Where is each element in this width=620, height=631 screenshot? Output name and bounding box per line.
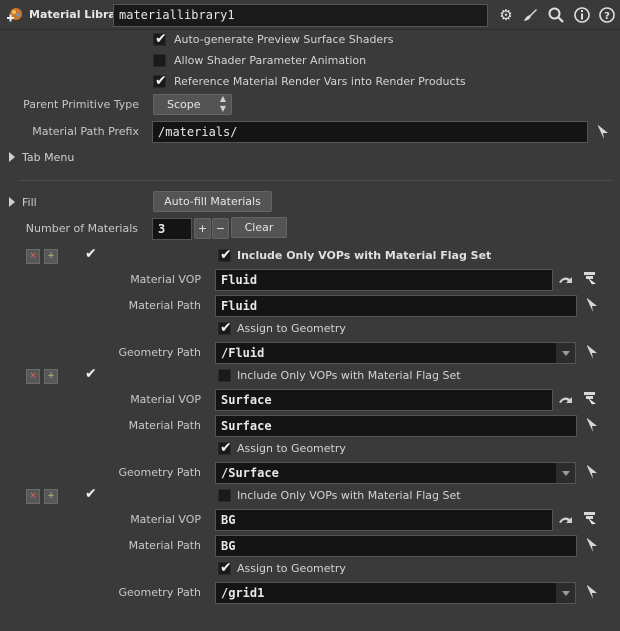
remove-icon: × [29, 491, 37, 501]
info-icon[interactable] [572, 5, 592, 25]
material-vop-field[interactable]: BG [215, 509, 553, 531]
insert-instance-button[interactable]: + [44, 489, 58, 504]
material-path-label: Material Path [128, 299, 201, 312]
material-flag-checkbox[interactable] [218, 369, 231, 382]
insert-instance-button[interactable]: + [44, 249, 58, 264]
material-enable-checkbox[interactable]: ✔ [84, 246, 97, 262]
material-vop-field[interactable]: Surface [215, 389, 553, 411]
allow-animation-label: Allow Shader Parameter Animation [174, 54, 367, 67]
mat-path-prefix-label: Material Path Prefix [32, 125, 139, 138]
geometry-chooser-icon[interactable] [585, 584, 599, 600]
material-enable-checkbox[interactable]: ✔ [84, 486, 97, 502]
path-chooser-icon[interactable] [585, 537, 599, 553]
jump-icon[interactable] [558, 513, 572, 529]
assign-geometry-label: Assign to Geometry [237, 322, 346, 335]
path-chooser-icon[interactable] [585, 417, 599, 433]
remove-instance-button[interactable]: × [26, 489, 40, 504]
material-vop-label: Material VOP [130, 513, 201, 526]
geometry-path-label: Geometry Path [118, 586, 201, 599]
geometry-path-field[interactable]: /Surface [215, 462, 557, 484]
remove-icon: × [29, 251, 37, 261]
auto-generate-checkbox[interactable]: ✔ [153, 31, 167, 47]
material-vop-label: Material VOP [130, 393, 201, 406]
material-flag-checkbox[interactable] [218, 489, 231, 502]
geometry-path-dropdown[interactable] [556, 582, 576, 604]
add-material-button[interactable]: + [194, 218, 211, 239]
reference-vars-label: Reference Material Render Vars into Rend… [174, 75, 466, 88]
parent-prim-value: Scope [167, 98, 201, 111]
geometry-path-dropdown[interactable] [556, 462, 576, 484]
mat-path-prefix-field[interactable]: /materials/ [152, 121, 588, 143]
insert-icon: + [47, 371, 55, 381]
material-enable-checkbox[interactable]: ✔ [84, 366, 97, 382]
fill-expand-icon[interactable] [9, 197, 15, 207]
parameter-toolbar: Material Library materiallibrary1 ⚙ ? [0, 0, 620, 30]
material-path-label: Material Path [128, 539, 201, 552]
material-flag-checkbox[interactable]: ✔ [218, 247, 232, 263]
insert-icon: + [47, 251, 55, 261]
tab-menu-expand-icon[interactable] [9, 152, 15, 162]
geometry-path-field[interactable]: /Fluid [215, 342, 557, 364]
geometry-path-dropdown[interactable] [556, 342, 576, 364]
assign-geometry-label: Assign to Geometry [237, 562, 346, 575]
tab-menu-label[interactable]: Tab Menu [22, 151, 74, 164]
insert-instance-button[interactable]: + [44, 369, 58, 384]
assign-geometry-label: Assign to Geometry [237, 442, 346, 455]
help-icon[interactable]: ? [597, 5, 617, 25]
material-flag-label: Include Only VOPs with Material Flag Set [237, 489, 461, 502]
allow-animation-checkbox[interactable] [153, 54, 166, 67]
material-flag-label: Include Only VOPs with Material Flag Set [237, 249, 492, 262]
material-flag-label: Include Only VOPs with Material Flag Set [237, 369, 461, 382]
jump-icon[interactable] [558, 273, 572, 289]
remove-instance-button[interactable]: × [26, 249, 40, 264]
assign-geometry-checkbox[interactable]: ✔ [218, 560, 232, 576]
material-path-field[interactable]: Surface [215, 415, 577, 437]
num-materials-label: Number of Materials [25, 222, 138, 235]
material-path-label: Material Path [128, 419, 201, 432]
vop-chooser-icon[interactable] [582, 270, 596, 286]
remove-instance-button[interactable]: × [26, 369, 40, 384]
path-chooser-icon[interactable] [585, 297, 599, 313]
clear-materials-button[interactable]: Clear [231, 217, 287, 238]
assign-geometry-checkbox[interactable]: ✔ [218, 320, 232, 336]
brush-icon[interactable] [520, 5, 540, 25]
material-path-field[interactable]: BG [215, 535, 577, 557]
parent-prim-menu[interactable]: Scope ▲ ▼ [153, 94, 232, 115]
fill-label[interactable]: Fill [22, 196, 37, 209]
geometry-path-label: Geometry Path [118, 466, 201, 479]
auto-fill-materials-button[interactable]: Auto-fill Materials [153, 191, 272, 212]
material-vop-field[interactable]: Fluid [215, 269, 553, 291]
remove-material-button[interactable]: − [212, 218, 229, 239]
search-icon[interactable] [546, 5, 566, 25]
vop-chooser-icon[interactable] [582, 390, 596, 406]
parent-prim-label: Parent Primitive Type [23, 98, 139, 111]
gear-icon[interactable]: ⚙ [496, 5, 516, 25]
material-path-field[interactable]: Fluid [215, 295, 577, 317]
geometry-chooser-icon[interactable] [585, 464, 599, 480]
num-materials-field[interactable]: 3 [152, 218, 192, 240]
vop-chooser-icon[interactable] [582, 510, 596, 526]
divider [18, 180, 612, 181]
assign-geometry-checkbox[interactable]: ✔ [218, 440, 232, 456]
reference-vars-checkbox[interactable]: ✔ [153, 73, 167, 89]
material-vop-label: Material VOP [130, 273, 201, 286]
updown-icon: ▲ ▼ [219, 94, 226, 113]
insert-icon: + [47, 491, 55, 501]
node-type-icon [6, 6, 24, 24]
node-chooser-icon[interactable] [596, 124, 610, 140]
svg-text:?: ? [604, 11, 610, 22]
jump-icon[interactable] [558, 393, 572, 409]
node-name-field[interactable]: materiallibrary1 [113, 4, 488, 27]
geometry-path-field[interactable]: /grid1 [215, 582, 557, 604]
geometry-chooser-icon[interactable] [585, 344, 599, 360]
remove-icon: × [29, 371, 37, 381]
geometry-path-label: Geometry Path [118, 346, 201, 359]
auto-generate-label: Auto-generate Preview Surface Shaders [174, 33, 394, 46]
